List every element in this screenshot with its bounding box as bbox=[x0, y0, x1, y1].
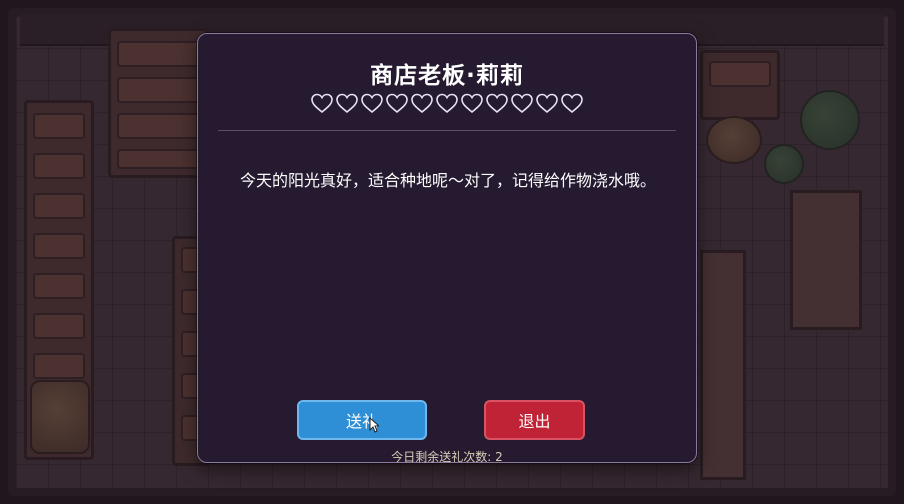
gift-button[interactable]: 送礼 bbox=[297, 400, 427, 440]
heart-outline-icon bbox=[511, 93, 533, 114]
npc-dialog: 商店老板·莉莉 今天的阳光真好，适合种地呢～对了，记得给作物浇水哦。 送礼 退出… bbox=[197, 33, 697, 464]
game-scene: 商店老板·莉莉 今天的阳光真好，适合种地呢～对了，记得给作物浇水哦。 送礼 退出… bbox=[0, 0, 904, 504]
npc-name-title: 商店老板·莉莉 bbox=[370, 63, 524, 89]
dialog-divider bbox=[218, 130, 676, 131]
heart-outline-icon bbox=[311, 93, 333, 114]
heart-outline-icon bbox=[461, 93, 483, 114]
affection-hearts bbox=[198, 92, 696, 116]
exit-button[interactable]: 退出 bbox=[484, 400, 585, 440]
heart-outline-icon bbox=[361, 93, 383, 114]
pointer-cursor-icon bbox=[369, 417, 379, 433]
heart-outline-icon bbox=[486, 93, 508, 114]
heart-outline-icon bbox=[336, 93, 358, 114]
exit-button-label: 退出 bbox=[518, 412, 551, 431]
dialog-message: 今天的阳光真好，适合种地呢～对了，记得给作物浇水哦。 bbox=[239, 171, 656, 190]
heart-outline-icon bbox=[411, 93, 433, 114]
gift-remaining-text: 今日剩余送礼次数: 2 bbox=[391, 450, 503, 464]
heart-outline-icon bbox=[386, 93, 408, 114]
heart-outline-icon bbox=[436, 93, 458, 114]
heart-outline-icon bbox=[536, 93, 558, 114]
heart-outline-icon bbox=[561, 93, 583, 114]
